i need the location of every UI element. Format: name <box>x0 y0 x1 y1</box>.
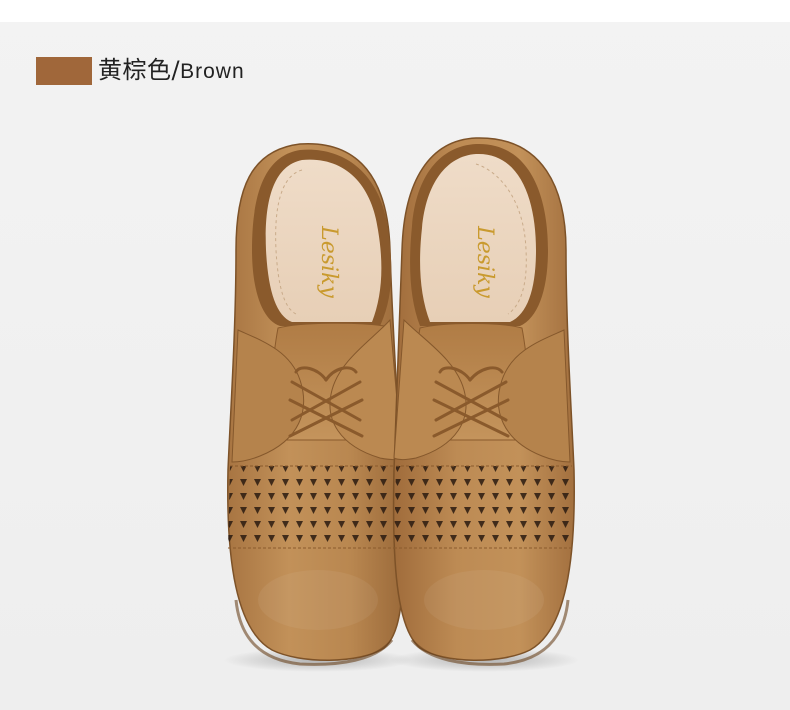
shoes-photo: Lesiky Lesiky <box>223 137 580 672</box>
svg-text:Lesiky: Lesiky <box>316 225 341 298</box>
right-insole-logo: Lesiky <box>472 225 497 298</box>
right-shoe: Lesiky <box>392 137 575 666</box>
left-insole-logo: Lesiky <box>316 225 341 298</box>
left-shoe: Lesiky <box>227 143 404 666</box>
svg-text:Lesiky: Lesiky <box>472 225 497 298</box>
product-color-page: 黄棕色/Brown Lesiky Lesiky <box>0 0 790 710</box>
